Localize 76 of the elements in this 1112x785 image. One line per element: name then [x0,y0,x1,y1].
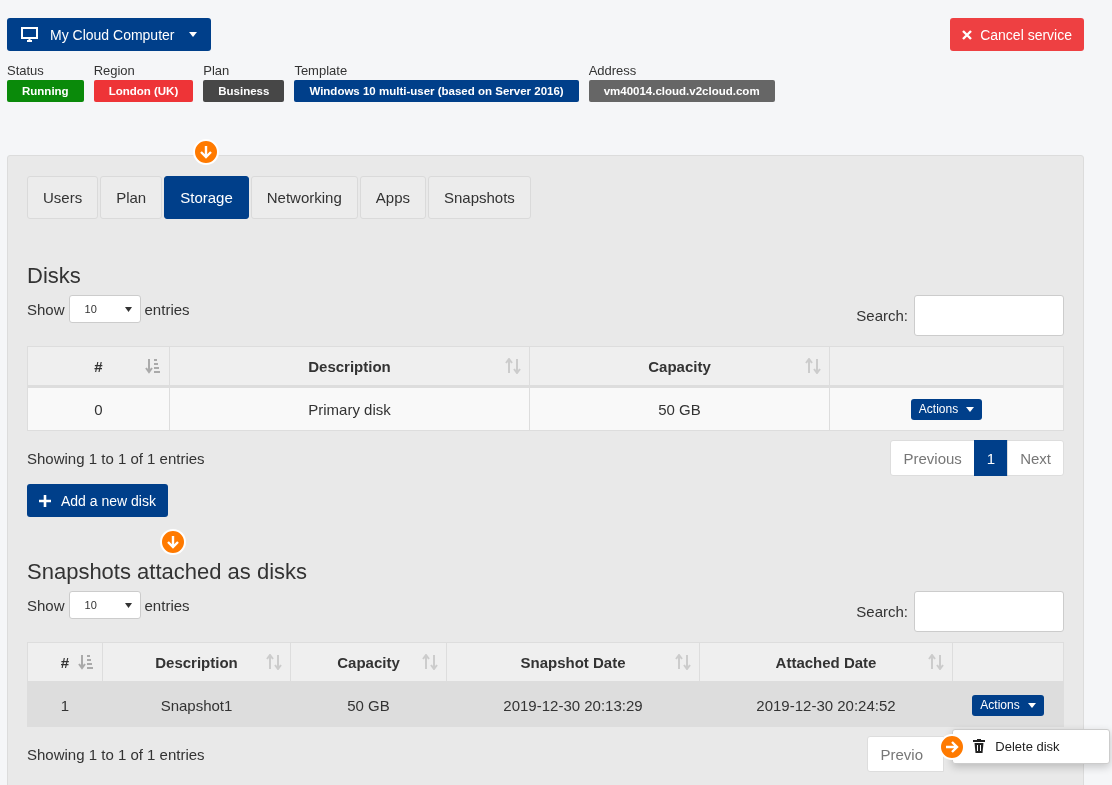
search-label: Search: [856,307,908,324]
table-cell: 2019-12-30 20:13:29 [446,682,700,727]
column-header[interactable] [829,346,1064,387]
cancel-service-button[interactable]: Cancel service [950,18,1084,51]
entries-select[interactable]: 10 [68,295,141,323]
table-cell: 1 [27,682,103,727]
select-value: 10 [84,599,97,611]
caret-icon [1027,702,1036,708]
tab[interactable]: Plan [100,176,163,219]
tab[interactable]: Snapshots [428,176,531,219]
computer-dropdown-button[interactable]: My Cloud Computer [7,18,211,51]
column-header[interactable]: # [27,642,103,683]
monitor-icon [21,27,38,42]
actions-button[interactable]: Actions [972,694,1044,716]
table-cell: 50 GB [290,682,447,727]
table-cell: 2019-12-30 20:24:52 [699,682,953,727]
tab[interactable]: Apps [359,176,426,219]
table-row[interactable]: 0 Primary disk 50 GB Actions [27,386,1064,431]
table-cell: Snapshot1 [102,682,291,727]
previous-button[interactable]: Previous [890,440,975,476]
column-header[interactable]: Description [169,346,530,387]
next-button[interactable]: Next [1007,440,1064,476]
show-label: Show [27,596,65,614]
info-badge: Business [203,80,285,102]
table-cell: 0 [27,386,170,431]
info-label: Address [588,63,638,78]
info-label: Template [294,63,349,78]
table-info: Showing 1 to 1 of 1 entries [27,745,205,763]
column-header[interactable]: Snapshot Date [446,642,700,683]
sort-icon [805,358,821,374]
dropdown-arrow-icon [124,602,132,608]
sort-descending-icon [78,654,94,670]
tab[interactable]: Networking [250,176,358,219]
sort-icon [675,654,691,670]
sort-icon [928,654,944,670]
column-header[interactable]: Capacity [529,346,830,387]
sort-icon [422,654,438,670]
previous-button[interactable]: Previo [867,736,944,772]
dropdown-arrow-icon [124,306,132,312]
plus-icon [39,494,51,507]
sort-icon [505,358,521,374]
info-badge: Running [7,80,84,102]
column-header[interactable]: Capacity [290,642,447,683]
info-badge: vm40014.cloud.v2cloud.com [588,80,775,102]
info-badge: Windows 10 multi-user (based on Server 2016) [294,80,579,102]
info-label: Region [93,63,136,78]
info-label: Status [7,63,45,78]
info-label: Plan [203,63,231,78]
entries-label: entries [144,300,190,318]
show-label: Show [27,300,65,318]
search-label: Search: [856,603,908,620]
table-info: Showing 1 to 1 of 1 entries [27,449,205,467]
sort-descending-icon [145,358,161,374]
column-header[interactable]: Attached Date [699,642,953,683]
arrow-down-icon [193,139,220,165]
section-heading: Snapshots attached as disks [27,559,309,585]
tab[interactable]: Users [27,176,99,219]
column-header[interactable]: Description [102,642,291,683]
search-field[interactable] [914,295,1064,336]
menu-item[interactable]: Delete disk [953,735,1110,757]
close-icon [962,29,973,40]
select-value: 10 [84,303,97,315]
caret-icon [966,406,975,412]
actions-button[interactable]: Actions [910,398,983,420]
trash-icon [973,739,986,753]
entries-select[interactable]: 10 [68,591,141,619]
table-cell: 50 GB [529,386,830,431]
arrow-down-icon [159,529,186,555]
caret-icon [188,32,197,37]
info-badge: London (UK) [93,80,194,102]
sort-icon [266,654,282,670]
section-heading: Disks [27,263,82,289]
entries-label: entries [144,596,190,614]
table-cell: Primary disk [169,386,530,431]
search-field[interactable] [914,591,1064,632]
column-header[interactable]: # [27,346,170,387]
